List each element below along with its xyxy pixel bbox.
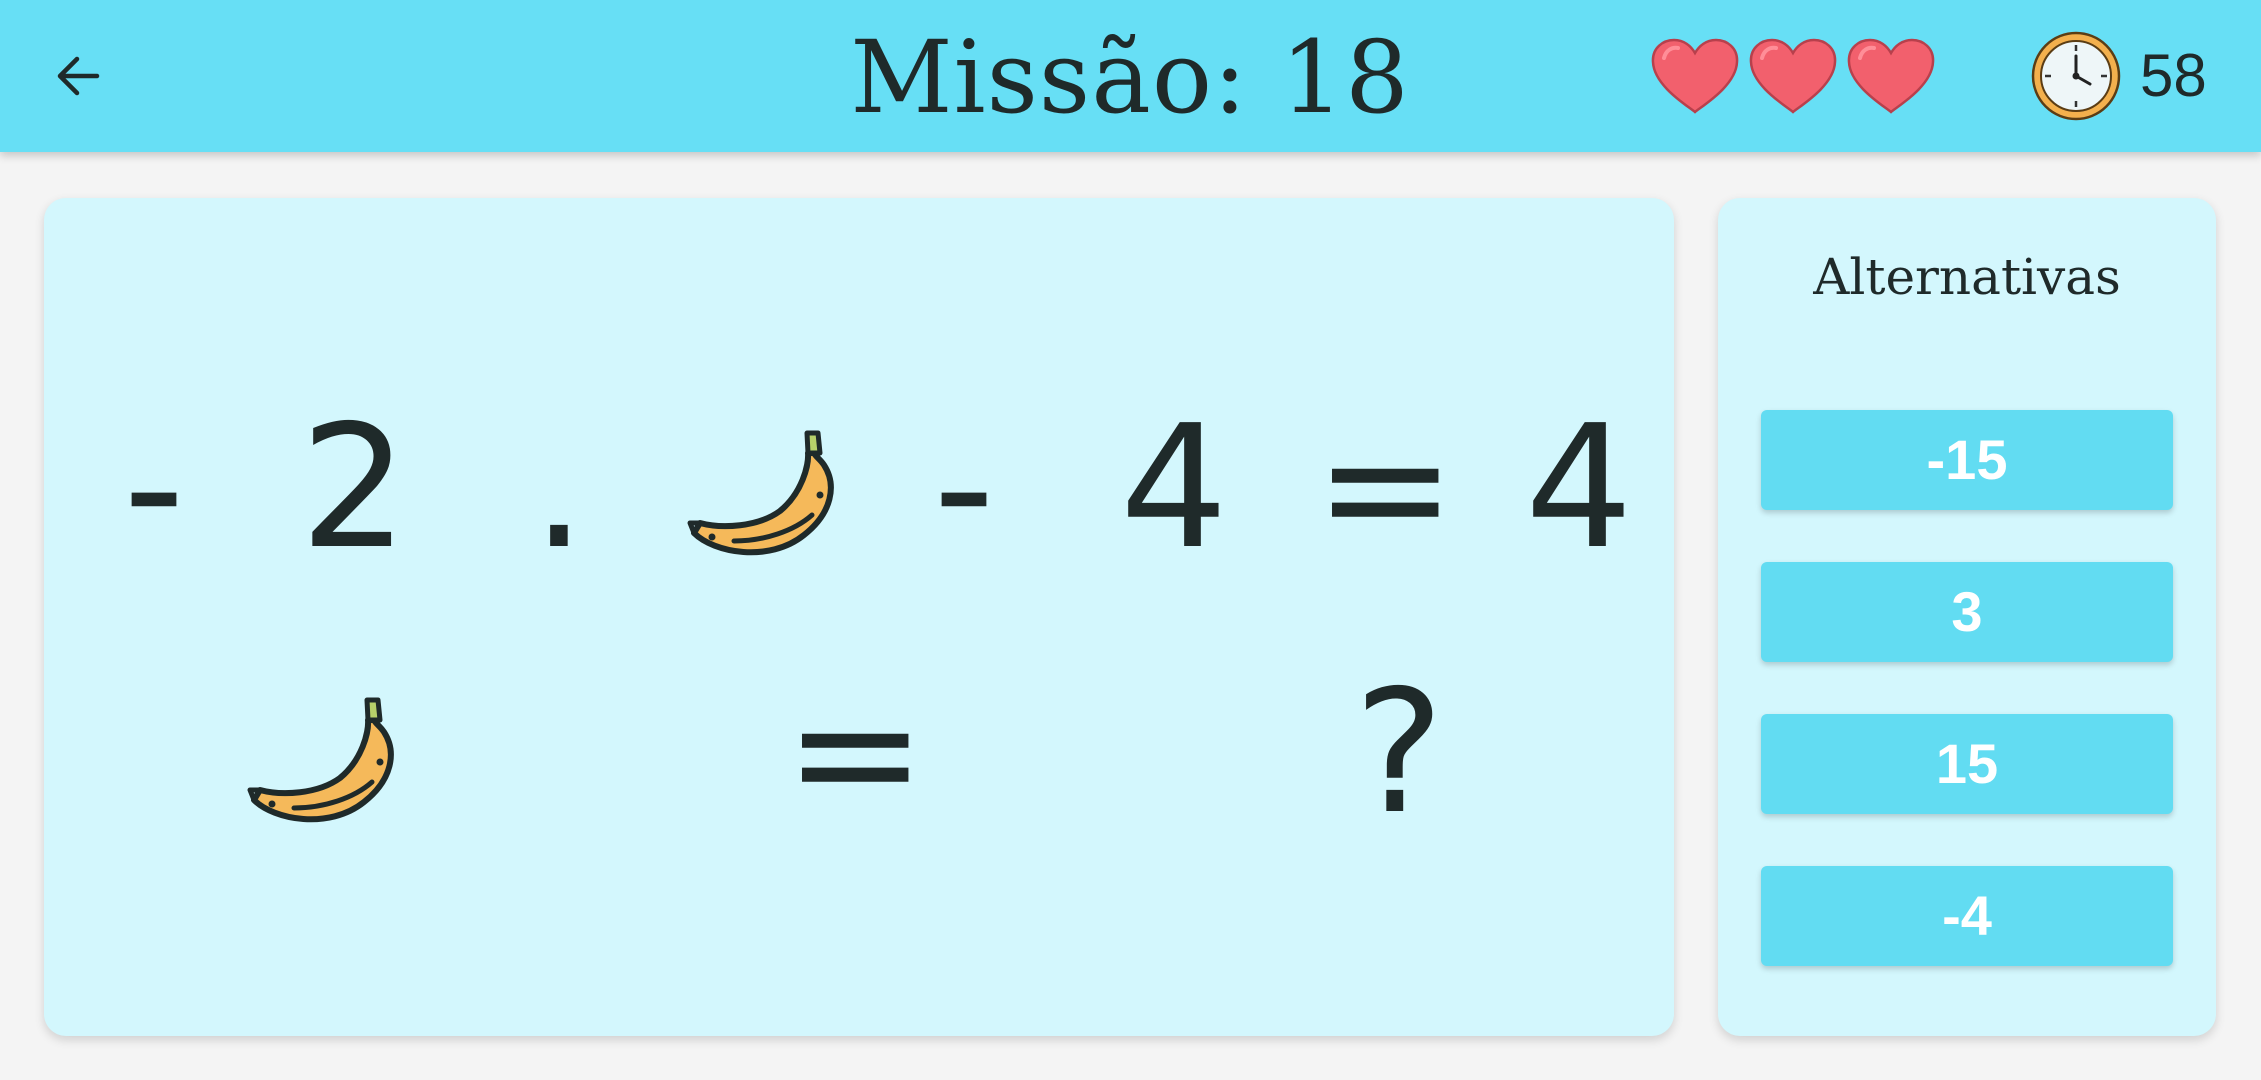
timer-value: 58 [2140,42,2207,109]
heart-icon [1847,38,1935,114]
alternatives-title: Alternativas [1813,248,2121,306]
arrow-left-icon [57,56,100,96]
clock-icon [2031,31,2121,121]
minus-sign: - [123,389,185,587]
mission-title: Missão: 18 [850,19,1410,136]
top-bar: Missão: 18 58 [0,0,2261,152]
lives-indicator [1648,36,1938,116]
answer-option-3[interactable]: 15 [1761,714,2173,814]
alternatives-panel: Alternativas -15 3 15 -4 [1718,198,2216,1036]
multiplication-dot: . [531,389,587,587]
minus-sign: - [933,389,995,587]
answer-option-4[interactable]: -4 [1761,866,2173,966]
equals-sign: = [1314,389,1457,587]
number-two: 2 [299,389,409,587]
number-four: 4 [1119,389,1229,587]
banana-icon [247,697,394,823]
number-four: 4 [1524,389,1634,587]
back-button[interactable] [40,38,116,114]
question-mark: ? [1353,654,1445,852]
heart-icon [1651,38,1739,114]
answer-option-1[interactable]: -15 [1761,410,2173,510]
game-screen: Missão: 18 58 - 2 . - 4 = 4 = ? Alternat… [0,0,2261,1080]
equals-sign: = [784,654,927,852]
banana-icon [687,430,834,556]
heart-icon [1749,38,1837,114]
equation-panel: - 2 . - 4 = 4 = ? [44,198,1674,1036]
answer-option-2[interactable]: 3 [1761,562,2173,662]
